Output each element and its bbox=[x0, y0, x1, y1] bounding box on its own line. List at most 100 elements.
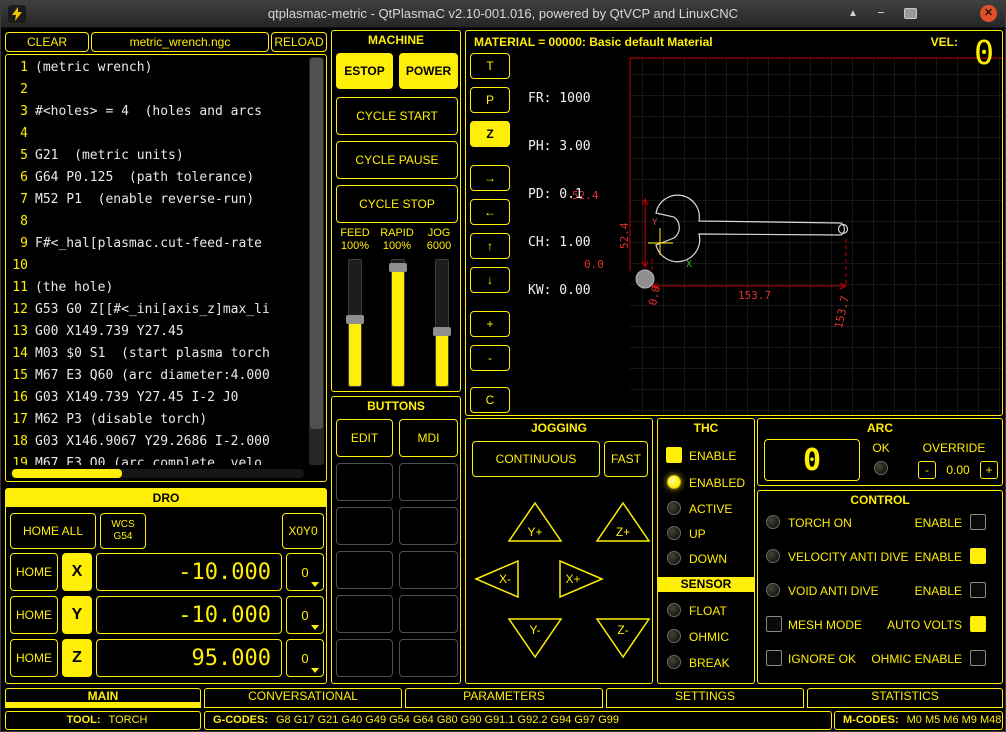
dro-x-offset-select[interactable]: 0 bbox=[286, 553, 324, 591]
estop-button[interactable]: ESTOP bbox=[336, 53, 393, 89]
feed-slider[interactable] bbox=[348, 259, 362, 387]
tab-conversational[interactable]: CONVERSATIONAL bbox=[204, 688, 402, 708]
axis-z-chip[interactable]: Z bbox=[62, 639, 92, 677]
stat-pierce-height: PH: 3.00 bbox=[528, 139, 591, 155]
home-x-button[interactable]: HOME bbox=[10, 553, 58, 591]
cycle-stop-button[interactable]: CYCLE STOP bbox=[336, 185, 458, 223]
feed-slider-fill bbox=[349, 320, 361, 386]
zoom-out-button[interactable]: - bbox=[470, 345, 510, 371]
user-button-empty bbox=[336, 595, 393, 633]
home-z-button[interactable]: HOME bbox=[10, 639, 58, 677]
dro-y-offset-select[interactable]: 0 bbox=[286, 596, 324, 634]
jog-x-minus-button[interactable]: X- bbox=[472, 557, 522, 601]
rapid-label: RAPID 100% bbox=[376, 227, 418, 253]
close-button[interactable]: ✕ bbox=[980, 5, 997, 22]
thc-title: THC bbox=[658, 421, 754, 435]
gcode-viewer[interactable]: 1(metric wrench) 2 3#<holes> = 4 (holes … bbox=[5, 54, 327, 482]
jog-continuous-button[interactable]: CONTINUOUS bbox=[472, 441, 600, 477]
gcode-hscrollbar[interactable] bbox=[10, 469, 304, 478]
tab-settings[interactable]: SETTINGS bbox=[606, 688, 804, 708]
chevron-down-icon bbox=[311, 668, 319, 673]
override-value: 0.00 bbox=[940, 463, 976, 477]
preview-canvas[interactable]: X Y 52.4 52.4 0.0 0.0 153.7 153.7 FR: 10… bbox=[516, 53, 1002, 414]
jog-z-plus-button[interactable]: Z+ bbox=[594, 499, 652, 545]
feed-label: FEED 100% bbox=[334, 227, 376, 253]
tab-parameters[interactable]: PARAMETERS bbox=[405, 688, 603, 708]
tab-statistics[interactable]: STATISTICS bbox=[807, 688, 1003, 708]
gcode-hscroll-handle[interactable] bbox=[12, 469, 122, 478]
cycle-start-button[interactable]: CYCLE START bbox=[336, 97, 458, 135]
gcode-vscrollbar[interactable] bbox=[309, 57, 324, 465]
home-all-button[interactable]: HOME ALL bbox=[10, 513, 96, 549]
gcode-line: 6G64 P0.125 (path tolerance) bbox=[10, 167, 304, 189]
power-button[interactable]: POWER bbox=[399, 53, 458, 89]
jog-slider-handle[interactable] bbox=[433, 327, 451, 336]
clear-button[interactable]: CLEAR bbox=[5, 32, 89, 52]
gcode-line: 15M67 E3 Q60 (arc diameter:4.000 bbox=[10, 365, 304, 387]
user-button-empty bbox=[399, 595, 458, 633]
velocity-anti-dive-enable-checkbox[interactable] bbox=[970, 548, 986, 564]
jog-x-plus-button[interactable]: X+ bbox=[556, 557, 606, 601]
jog-y-plus-button[interactable]: Y+ bbox=[506, 499, 564, 545]
thc-enable-checkbox[interactable] bbox=[666, 447, 682, 463]
dro-x-offset-value: 0 bbox=[301, 565, 308, 580]
dro-z-value: 95.000 bbox=[96, 639, 282, 677]
axis-x-chip[interactable]: X bbox=[62, 553, 92, 591]
jog-fast-button[interactable]: FAST bbox=[604, 441, 648, 477]
auto-volts-checkbox[interactable] bbox=[970, 616, 986, 632]
mcodes-value: M0 M5 M6 M9 M48 M52 M53 bbox=[907, 714, 1003, 726]
clear-plot-button[interactable]: C bbox=[470, 387, 510, 413]
view-p-button[interactable]: P bbox=[470, 87, 510, 113]
gcode-line: 5G21 (metric units) bbox=[10, 145, 304, 167]
svg-text:Z+: Z+ bbox=[616, 525, 630, 539]
pan-right-button[interactable]: → bbox=[470, 165, 510, 191]
gcode-vscroll-handle[interactable] bbox=[310, 58, 323, 429]
gcode-line: 4 bbox=[10, 123, 304, 145]
override-minus-button[interactable]: - bbox=[918, 461, 936, 479]
view-z-button[interactable]: Z bbox=[470, 121, 510, 147]
keep-above-button[interactable]: ▲ bbox=[845, 7, 861, 21]
dro-z-offset-select[interactable]: 0 bbox=[286, 639, 324, 677]
feed-slider-handle[interactable] bbox=[346, 315, 364, 324]
user-buttons-panel: BUTTONS EDIT MDI bbox=[331, 396, 461, 684]
zero-xy-button[interactable]: X0Y0 bbox=[282, 513, 324, 549]
ohmic-enable-checkbox[interactable] bbox=[970, 650, 986, 666]
reload-button[interactable]: RELOAD bbox=[271, 32, 327, 52]
dro-x-value: -10.000 bbox=[96, 553, 282, 591]
maximize-button[interactable] bbox=[904, 8, 917, 19]
override-plus-button[interactable]: + bbox=[980, 461, 998, 479]
jog-y-minus-button[interactable]: Y- bbox=[506, 615, 564, 661]
gcode-line: 2 bbox=[10, 79, 304, 101]
void-anti-dive-enable-checkbox[interactable] bbox=[970, 582, 986, 598]
thc-enabled-label: ENABLED bbox=[689, 476, 745, 490]
gcodes-label: G-CODES: bbox=[213, 714, 268, 726]
jog-slider[interactable] bbox=[435, 259, 449, 387]
mesh-mode-checkbox[interactable] bbox=[766, 616, 782, 632]
jog-z-minus-button[interactable]: Z- bbox=[594, 615, 652, 661]
rapid-slider-handle[interactable] bbox=[389, 263, 407, 272]
torch-enable-checkbox[interactable] bbox=[970, 514, 986, 530]
arc-title: ARC bbox=[758, 421, 1002, 435]
thc-down-label: DOWN bbox=[689, 552, 727, 566]
minimize-button[interactable]: − bbox=[873, 5, 889, 21]
ohmic-enable-label: OHMIC ENABLE bbox=[858, 652, 962, 666]
jog-name: JOG bbox=[418, 227, 460, 240]
zoom-in-button[interactable]: + bbox=[470, 311, 510, 337]
tab-main[interactable]: MAIN bbox=[5, 688, 201, 708]
wcs-button[interactable]: WCS G54 bbox=[100, 513, 146, 549]
ignore-ok-checkbox[interactable] bbox=[766, 650, 782, 666]
thc-panel: THC ENABLE ENABLED ACTIVE UP DOWN SENSOR… bbox=[657, 418, 755, 684]
pan-left-button[interactable]: ← bbox=[470, 199, 510, 225]
view-t-button[interactable]: T bbox=[470, 53, 510, 79]
edit-button[interactable]: EDIT bbox=[336, 419, 393, 457]
axis-y-chip[interactable]: Y bbox=[62, 596, 92, 634]
material-display: MATERIAL = 00000: Basic default Material bbox=[474, 35, 713, 49]
dim-height-label-rotated: 52.4 bbox=[618, 222, 631, 249]
torch-on-label: TORCH ON bbox=[788, 516, 852, 530]
mdi-button[interactable]: MDI bbox=[399, 419, 458, 457]
pan-up-button[interactable]: ↑ bbox=[470, 233, 510, 259]
home-y-button[interactable]: HOME bbox=[10, 596, 58, 634]
rapid-slider[interactable] bbox=[391, 259, 405, 387]
cycle-pause-button[interactable]: CYCLE PAUSE bbox=[336, 141, 458, 179]
pan-down-button[interactable]: ↓ bbox=[470, 267, 510, 293]
